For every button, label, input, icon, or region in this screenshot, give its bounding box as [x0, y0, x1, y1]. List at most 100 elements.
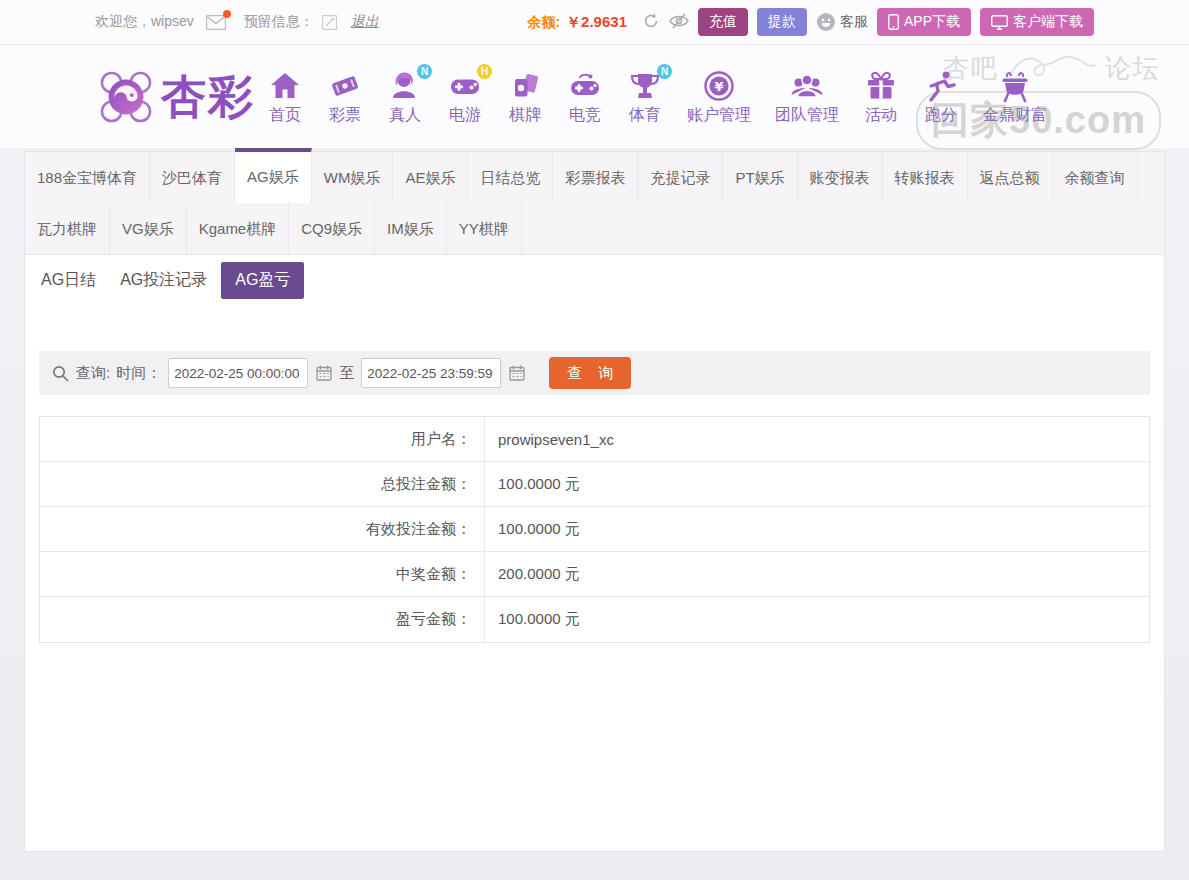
- tab-Kgame棋牌[interactable]: Kgame棋牌: [187, 203, 290, 254]
- report-row-value: 100.0000 元: [485, 507, 1149, 551]
- nav-item-team[interactable]: 团队管理: [775, 68, 839, 126]
- mail-notification-dot: [223, 10, 231, 18]
- nav-item-account[interactable]: ¥账户管理: [687, 68, 751, 126]
- tab-转账报表[interactable]: 转账报表: [883, 152, 968, 203]
- subtab-AG投注记录[interactable]: AG投注记录: [120, 270, 207, 291]
- subtab-AG日结[interactable]: AG日结: [41, 270, 96, 291]
- nav-item-chess[interactable]: 棋牌: [507, 68, 543, 126]
- report-row: 总投注金额：100.0000 元: [40, 462, 1149, 507]
- nav-label: 跑分: [925, 105, 957, 126]
- tab-VG娱乐[interactable]: VG娱乐: [110, 203, 187, 254]
- ticket-icon: [327, 68, 363, 104]
- site-header: 杏彩 首页彩票N真人H电游棋牌电竞N体育¥账户管理团队管理活动跑分金鼎财富 杏吧…: [0, 45, 1189, 148]
- esports-gamepad-icon: [567, 68, 603, 104]
- tab-WM娱乐[interactable]: WM娱乐: [312, 152, 394, 203]
- nav-item-lottery[interactable]: 彩票: [327, 68, 363, 126]
- calendar-icon[interactable]: [316, 365, 332, 381]
- report-row: 中奖金额：200.0000 元: [40, 552, 1149, 597]
- live-person-icon: N: [387, 68, 423, 104]
- gift-icon: [863, 68, 899, 104]
- report-row: 用户名：prowipseven1_xc: [40, 417, 1149, 462]
- tab-IM娱乐[interactable]: IM娱乐: [375, 203, 447, 254]
- recharge-button[interactable]: 充值: [698, 8, 748, 36]
- badge-h-icon: H: [477, 64, 492, 79]
- tab-彩票报表[interactable]: 彩票报表: [553, 152, 638, 203]
- nav-label: 首页: [269, 105, 301, 126]
- nav-item-jinding[interactable]: 金鼎财富: [983, 68, 1047, 126]
- edit-icon[interactable]: [322, 15, 337, 30]
- tabs-row-2: 瓦力棋牌VG娱乐Kgame棋牌CQ9娱乐IM娱乐YY棋牌: [25, 203, 1164, 255]
- tab-PT娱乐[interactable]: PT娱乐: [723, 152, 797, 203]
- brand-logo[interactable]: 杏彩: [95, 66, 255, 128]
- nav-label: 体育: [629, 105, 661, 126]
- tab-余额查询[interactable]: 余额查询: [1053, 152, 1138, 203]
- tabs-row-1: 188金宝博体育沙巴体育AG娱乐WM娱乐AE娱乐日结总览彩票报表充提记录PT娱乐…: [25, 152, 1164, 203]
- monitor-icon: [991, 15, 1008, 30]
- calendar-icon-2[interactable]: [509, 365, 525, 381]
- report-row-label: 盈亏金额：: [40, 597, 485, 642]
- nav-item-home[interactable]: 首页: [267, 68, 303, 126]
- tab-CQ9娱乐[interactable]: CQ9娱乐: [289, 203, 375, 254]
- nav-label: 团队管理: [775, 105, 839, 126]
- report-row: 有效投注金额：100.0000 元: [40, 507, 1149, 552]
- mail-icon[interactable]: [206, 15, 226, 30]
- logout-link[interactable]: 退出: [351, 13, 379, 31]
- customer-service[interactable]: 客服: [816, 12, 868, 32]
- watermark-right-text: 论坛: [1105, 51, 1161, 86]
- eye-hidden-icon[interactable]: [669, 13, 689, 32]
- client-download-button[interactable]: 客户端下载: [980, 8, 1094, 36]
- tab-AE娱乐[interactable]: AE娱乐: [393, 152, 468, 203]
- client-download-label: 客户端下载: [1013, 13, 1083, 31]
- report-row-value: 100.0000 元: [485, 462, 1149, 506]
- brand-name: 杏彩: [161, 67, 255, 127]
- time-label: 时间：: [116, 364, 161, 383]
- nav-item-sports[interactable]: N体育: [627, 68, 663, 126]
- tab-YY棋牌[interactable]: YY棋牌: [447, 203, 522, 254]
- nav-item-paofen[interactable]: 跑分: [923, 68, 959, 126]
- tab-日结总览[interactable]: 日结总览: [468, 152, 553, 203]
- main-nav: 首页彩票N真人H电游棋牌电竞N体育¥账户管理团队管理活动跑分金鼎财富: [255, 68, 1059, 126]
- report-row-value: prowipseven1_xc: [485, 417, 1149, 461]
- topbar: 欢迎您，wipsev 预留信息： 退出 余额: ￥2.9631 充值 提款 客服: [0, 0, 1189, 45]
- tab-AG娱乐[interactable]: AG娱乐: [235, 148, 312, 203]
- tab-账变报表[interactable]: 账变报表: [798, 152, 883, 203]
- cards-icon: [507, 68, 543, 104]
- nav-label: 电竞: [569, 105, 601, 126]
- gamepad-icon: H: [447, 68, 483, 104]
- subtab-AG盈亏[interactable]: AG盈亏: [221, 262, 304, 299]
- refresh-icon[interactable]: [642, 12, 660, 33]
- report-row-label: 总投注金额：: [40, 462, 485, 506]
- time-to-input[interactable]: [361, 358, 501, 388]
- nav-item-esports[interactable]: 电竞: [567, 68, 603, 126]
- balance-value: ￥2.9631: [566, 13, 627, 30]
- report-row-label: 有效投注金额：: [40, 507, 485, 551]
- app-download-button[interactable]: APP下载: [877, 8, 971, 36]
- nav-label: 棋牌: [509, 105, 541, 126]
- treasure-icon: [997, 68, 1033, 104]
- withdraw-button[interactable]: 提款: [757, 8, 807, 36]
- nav-item-live[interactable]: N真人: [387, 68, 423, 126]
- time-from-input[interactable]: [168, 358, 308, 388]
- tab-沙巴体育[interactable]: 沙巴体育: [150, 152, 235, 203]
- report-row-value: 100.0000 元: [485, 597, 1149, 642]
- nav-label: 电游: [449, 105, 481, 126]
- nav-item-egame[interactable]: H电游: [447, 68, 483, 126]
- welcome-text: 欢迎您，wipsev: [95, 13, 194, 31]
- tab-188金宝博体育[interactable]: 188金宝博体育: [25, 152, 150, 203]
- search-icon: [52, 365, 69, 382]
- tab-瓦力棋牌[interactable]: 瓦力棋牌: [25, 203, 110, 254]
- nav-label: 彩票: [329, 105, 361, 126]
- report-row-label: 中奖金额：: [40, 552, 485, 596]
- main-panel: 188金宝博体育沙巴体育AG娱乐WM娱乐AE娱乐日结总览彩票报表充提记录PT娱乐…: [24, 151, 1165, 852]
- nav-item-activity[interactable]: 活动: [863, 68, 899, 126]
- query-submit-button[interactable]: 查 询: [549, 357, 631, 389]
- badge-n-icon: N: [657, 64, 672, 79]
- coin-icon: ¥: [701, 68, 737, 104]
- reserved-info-label: 预留信息：: [244, 13, 314, 31]
- phone-icon: [888, 14, 899, 30]
- home-icon: [267, 68, 303, 104]
- tab-返点总额[interactable]: 返点总额: [968, 152, 1053, 203]
- tab-充提记录[interactable]: 充提记录: [638, 152, 723, 203]
- tab-bar: 188金宝博体育沙巴体育AG娱乐WM娱乐AE娱乐日结总览彩票报表充提记录PT娱乐…: [25, 152, 1164, 255]
- report-row-value: 200.0000 元: [485, 552, 1149, 596]
